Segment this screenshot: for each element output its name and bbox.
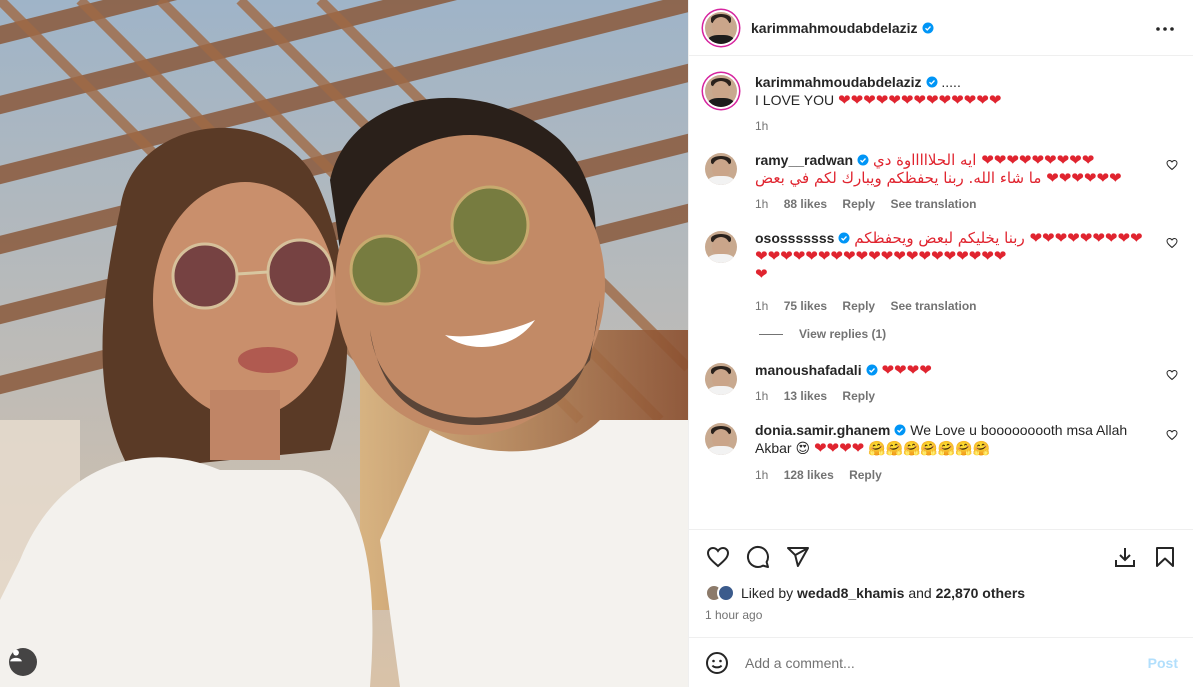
comment-time[interactable]: 1h bbox=[755, 468, 768, 482]
comment-text: ايه الحلاااااوة دي ❤❤❤❤❤❤❤❤❤ bbox=[872, 151, 1095, 169]
comment-time[interactable]: 1h bbox=[755, 389, 768, 403]
share-send-icon[interactable] bbox=[785, 544, 811, 570]
commenter-avatar[interactable] bbox=[705, 423, 737, 455]
caption-avatar[interactable] bbox=[705, 75, 737, 107]
verified-badge-icon bbox=[922, 22, 933, 33]
see-translation-button[interactable]: See translation bbox=[890, 299, 976, 313]
liked-by-user[interactable]: wedad8_khamis bbox=[797, 585, 904, 601]
see-translation-button[interactable]: See translation bbox=[890, 197, 976, 211]
heart-outline-icon[interactable] bbox=[1166, 159, 1178, 171]
view-replies-button[interactable]: View replies (1) bbox=[759, 327, 1178, 341]
heart-outline-icon[interactable] bbox=[1166, 429, 1178, 441]
liked-by-and: and bbox=[908, 585, 932, 601]
verified-badge-icon bbox=[857, 154, 869, 166]
post-header: karimmahmoudabdelaziz bbox=[689, 0, 1193, 56]
comment-text: ما شاء الله. ربنا يحفظكم ويبارك لكم في ب… bbox=[755, 169, 1122, 187]
post-side-panel: karimmahmoudabdelaziz karimmahmoudabdela… bbox=[688, 0, 1193, 687]
comment-item: donia.samir.ghanem We Love u booooooooth… bbox=[705, 421, 1178, 484]
comments-list[interactable]: karimmahmoudabdelaziz ..... I LOVE YOU ❤… bbox=[689, 57, 1193, 529]
caption-text-dots: ..... bbox=[941, 74, 961, 90]
author-username[interactable]: karimmahmoudabdelaziz bbox=[751, 20, 918, 36]
more-options-icon[interactable] bbox=[1153, 17, 1177, 41]
comment-hearts: ❤❤❤❤ bbox=[813, 439, 865, 457]
post-photo[interactable] bbox=[0, 0, 688, 687]
comment-item: ososssssss ربنا يخليكم لبعض ويحفظكم ❤❤❤❤… bbox=[705, 229, 1178, 315]
reply-button[interactable]: Reply bbox=[842, 389, 875, 403]
comment-likes[interactable]: 75 likes bbox=[784, 299, 827, 313]
comment-username[interactable]: ramy__radwan bbox=[755, 152, 853, 168]
comment-text: ❤ bbox=[755, 265, 768, 283]
reply-button[interactable]: Reply bbox=[842, 197, 875, 211]
comment-item: manoushafadali ❤❤❤❤ 1h 13 likes Reply bbox=[705, 361, 1178, 405]
commenter-avatar[interactable] bbox=[705, 363, 737, 395]
comment-text: We Love u booooooooth msa Allah bbox=[910, 422, 1128, 438]
tagged-users-icon[interactable] bbox=[9, 648, 37, 676]
author-avatar[interactable] bbox=[705, 11, 737, 44]
comment-text: ❤❤❤❤❤❤❤❤❤❤❤❤❤❤❤❤❤❤❤❤ bbox=[755, 247, 1007, 265]
comment-emoji: 😍 bbox=[795, 441, 811, 457]
liked-by: Liked by wedad8_khamis and 22,870 others bbox=[705, 584, 1178, 602]
liked-by-prefix: Liked by bbox=[741, 585, 794, 601]
download-icon[interactable] bbox=[1112, 544, 1138, 570]
caption-text: I LOVE YOU bbox=[755, 92, 835, 108]
photo-illustration bbox=[0, 0, 688, 687]
verified-badge-icon bbox=[838, 232, 850, 244]
commenter-avatar[interactable] bbox=[705, 231, 737, 263]
comment-text: ربنا يخليكم لبعض ويحفظكم ❤❤❤❤❤❤❤❤❤ bbox=[854, 229, 1143, 247]
verified-badge-icon bbox=[894, 424, 906, 436]
liked-by-others[interactable]: 22,870 others bbox=[936, 585, 1026, 601]
comment-time[interactable]: 1h bbox=[755, 299, 768, 313]
emoji-smile-icon[interactable] bbox=[705, 651, 729, 675]
verified-badge-icon bbox=[926, 76, 937, 88]
caption: karimmahmoudabdelaziz ..... I LOVE YOU ❤… bbox=[705, 73, 1178, 135]
heart-outline-icon[interactable] bbox=[1166, 369, 1178, 381]
caption-hearts: ❤❤❤❤❤❤❤❤❤❤❤❤❤ bbox=[838, 91, 1002, 109]
verified-badge-icon bbox=[866, 364, 878, 376]
comment-bubble-icon[interactable] bbox=[745, 544, 771, 570]
caption-username[interactable]: karimmahmoudabdelaziz bbox=[755, 74, 922, 90]
comment-username[interactable]: ososssssss bbox=[755, 230, 834, 246]
comment-text: Akbar bbox=[755, 440, 792, 456]
add-comment-bar: Post bbox=[689, 637, 1193, 687]
commenter-avatar[interactable] bbox=[705, 153, 737, 185]
add-comment-input[interactable] bbox=[745, 654, 1148, 671]
post-comment-button[interactable]: Post bbox=[1148, 655, 1178, 671]
view-replies-line bbox=[759, 333, 783, 335]
view-replies-label[interactable]: View replies (1) bbox=[799, 327, 886, 341]
comment-username[interactable]: manoushafadali bbox=[755, 362, 862, 378]
comment-likes[interactable]: 88 likes bbox=[784, 197, 827, 211]
comment-likes[interactable]: 13 likes bbox=[784, 389, 827, 403]
liker-avatar[interactable] bbox=[717, 584, 735, 602]
comment-time[interactable]: 1h bbox=[755, 197, 768, 211]
like-heart-icon[interactable] bbox=[705, 544, 731, 570]
post-actions: Liked by wedad8_khamis and 22,870 others… bbox=[689, 529, 1193, 622]
comment-item: ramy__radwan ايه الحلاااااوة دي ❤❤❤❤❤❤❤❤… bbox=[705, 151, 1178, 213]
reply-button[interactable]: Reply bbox=[842, 299, 875, 313]
post-timestamp[interactable]: 1 hour ago bbox=[705, 608, 1178, 622]
save-bookmark-icon[interactable] bbox=[1152, 544, 1178, 570]
reply-button[interactable]: Reply bbox=[849, 468, 882, 482]
heart-outline-icon[interactable] bbox=[1166, 237, 1178, 249]
comment-username[interactable]: donia.samir.ghanem bbox=[755, 422, 890, 438]
caption-time[interactable]: 1h bbox=[755, 119, 768, 133]
comment-text: ❤❤❤❤ bbox=[881, 361, 932, 379]
comment-emoji: 🤗🤗🤗🤗🤗🤗🤗 bbox=[868, 441, 991, 457]
comment-likes[interactable]: 128 likes bbox=[784, 468, 834, 482]
